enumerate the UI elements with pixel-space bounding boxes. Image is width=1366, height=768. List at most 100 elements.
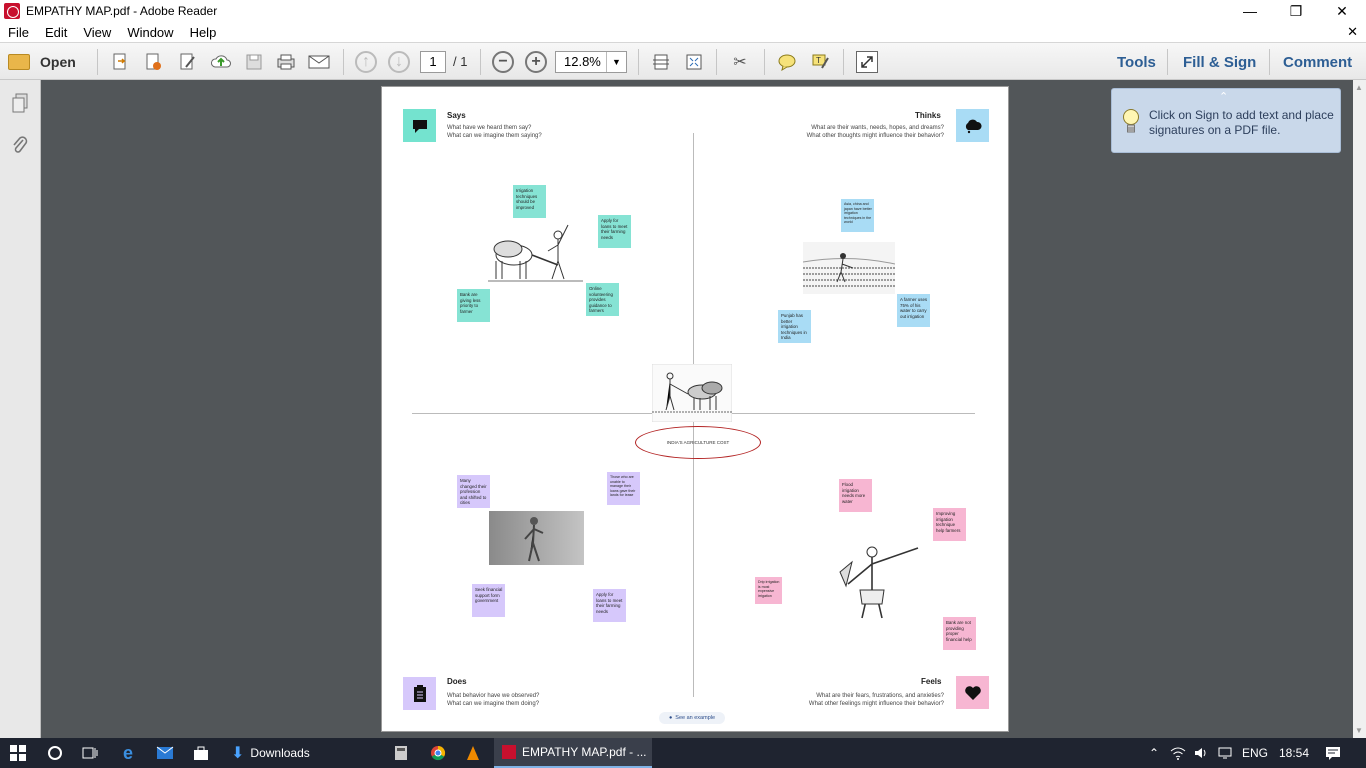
- toolbar-divider: [716, 49, 717, 75]
- vertical-scrollbar[interactable]: ▲ ▼: [1353, 80, 1366, 738]
- chevron-down-icon[interactable]: ▼: [606, 52, 626, 72]
- speech-bubble-icon: [412, 119, 427, 133]
- sticky-note[interactable]: Drip irrigation is most expensive irriga…: [755, 577, 782, 604]
- chevron-up-icon[interactable]: ⌃: [1144, 738, 1164, 768]
- sticky-note-icon[interactable]: [776, 51, 798, 73]
- sticky-note[interactable]: Improving irrigation technique help farm…: [933, 508, 966, 541]
- scroll-up-icon[interactable]: ▲: [1355, 83, 1363, 92]
- sticky-note[interactable]: Many changed their profession and shifte…: [457, 475, 490, 508]
- email-icon[interactable]: [308, 51, 330, 73]
- wifi-icon[interactable]: [1168, 738, 1188, 768]
- downloads-taskbar-item[interactable]: ⬇ Downloads: [225, 738, 375, 768]
- sticky-note[interactable]: Those who are unable to manage their loa…: [607, 472, 640, 505]
- sticky-note[interactable]: Seek financial support form government: [472, 584, 505, 617]
- clock[interactable]: 18:54: [1275, 738, 1313, 768]
- comment-tab[interactable]: Comment: [1283, 54, 1352, 71]
- menu-bar: File Edit View Window Help ✕: [0, 22, 1366, 42]
- page-total: / 1: [453, 54, 468, 69]
- vlc-icon[interactable]: [460, 738, 486, 768]
- zoom-in-icon[interactable]: +: [525, 51, 547, 73]
- sticky-note[interactable]: Flood irrigation needs more water: [839, 479, 872, 512]
- thinks-subtitle: What are their wants, needs, hopes, and …: [752, 124, 944, 140]
- store-icon[interactable]: [186, 738, 216, 768]
- sticky-note[interactable]: Online volunteering provides guidance to…: [586, 283, 619, 316]
- says-icon-box: [403, 109, 436, 142]
- open-button[interactable]: Open: [8, 50, 76, 74]
- zoom-level-select[interactable]: 12.8% ▼: [555, 51, 627, 73]
- search-circle-icon[interactable]: [40, 738, 70, 768]
- pdf-page: Says What have we heard them say? What c…: [381, 86, 1009, 732]
- menu-view[interactable]: View: [75, 25, 119, 40]
- page-thumbnails-icon[interactable]: [9, 92, 31, 114]
- edge-browser-icon[interactable]: e: [113, 738, 143, 768]
- chevron-up-icon[interactable]: ⌃: [1219, 90, 1228, 103]
- fit-page-icon[interactable]: [650, 51, 672, 73]
- download-arrow-icon: ⬇: [231, 745, 245, 762]
- does-title: Does: [447, 677, 467, 686]
- expand-icon[interactable]: [856, 51, 878, 73]
- sticky-note[interactable]: Punjab has better irrigation techniques …: [778, 310, 811, 343]
- does-question-1: What behavior have we observed?: [447, 693, 540, 699]
- thinks-question-1: What are their wants, needs, hopes, and …: [811, 125, 944, 131]
- language-indicator[interactable]: ENG: [1240, 738, 1270, 768]
- says-subtitle: What have we heard them say? What can we…: [447, 124, 542, 140]
- taskbar: e ⬇ Downloads EMPATHY MAP.pdf - ... ⌃ EN…: [0, 738, 1366, 768]
- next-page-icon[interactable]: ↓: [388, 51, 410, 73]
- sticky-note[interactable]: A farmer uses 75% of his water to carry …: [897, 294, 930, 327]
- restore-button[interactable]: ❐: [1273, 0, 1319, 22]
- attachments-icon[interactable]: [9, 134, 31, 156]
- upload-cloud-icon[interactable]: [210, 51, 232, 73]
- windows-start-icon[interactable]: [0, 738, 36, 768]
- close-document-button[interactable]: ✕: [1347, 24, 1358, 40]
- full-screen-icon[interactable]: [683, 51, 705, 73]
- sticky-note[interactable]: Apply for loans to meet their farming ne…: [593, 589, 626, 622]
- save-icon[interactable]: [243, 51, 265, 73]
- tools-tab[interactable]: Tools: [1117, 54, 1156, 71]
- menu-edit[interactable]: Edit: [37, 25, 75, 40]
- menu-file[interactable]: File: [0, 25, 37, 40]
- notifications-icon[interactable]: [1320, 738, 1346, 768]
- menu-window[interactable]: Window: [119, 25, 181, 40]
- clipboard-icon: [413, 684, 426, 702]
- feels-title: Feels: [921, 677, 942, 686]
- scissors-icon[interactable]: ✂: [729, 51, 751, 73]
- feels-subtitle: What are their fears, frustrations, and …: [752, 692, 944, 708]
- sticky-note[interactable]: Bank are giving less priority to farmer: [457, 289, 490, 322]
- task-view-icon[interactable]: [75, 738, 105, 768]
- edit-pdf-icon[interactable]: [177, 51, 199, 73]
- export-pdf-icon[interactable]: [143, 51, 165, 73]
- mail-icon[interactable]: [150, 738, 180, 768]
- chrome-icon[interactable]: [425, 738, 451, 768]
- adobe-reader-taskbar-item[interactable]: EMPATHY MAP.pdf - ...: [494, 738, 652, 768]
- zoom-out-icon[interactable]: −: [492, 51, 514, 73]
- print-icon[interactable]: [275, 51, 297, 73]
- feels-question-2: What other feelings might influence thei…: [808, 701, 944, 707]
- fill-sign-tab[interactable]: Fill & Sign: [1183, 54, 1256, 71]
- sticky-note[interactable]: Apply for loans to meet their farming ne…: [598, 215, 631, 248]
- farmer-plowing-sketch: [488, 224, 583, 282]
- window-title: EMPATHY MAP.pdf - Adobe Reader: [26, 4, 218, 18]
- sticky-note[interactable]: Irrigation techniques should be improved: [513, 185, 546, 218]
- menu-help[interactable]: Help: [182, 25, 225, 40]
- create-pdf-icon[interactable]: [110, 51, 132, 73]
- highlight-text-icon[interactable]: T: [809, 51, 831, 73]
- folder-icon: [8, 54, 30, 70]
- says-question-2: What can we imagine them saying?: [447, 133, 542, 139]
- scroll-down-icon[interactable]: ▼: [1355, 726, 1363, 735]
- see-example-link[interactable]: ● See an example: [659, 712, 725, 724]
- page-number-input[interactable]: 1: [420, 51, 446, 73]
- heart-icon: [964, 685, 981, 700]
- sticky-note[interactable]: Bank are not providing proper financial …: [943, 617, 976, 650]
- calculator-icon[interactable]: [388, 738, 414, 768]
- close-button[interactable]: ✕: [1319, 0, 1365, 22]
- does-question-2: What can we imagine them doing?: [447, 701, 540, 707]
- zoom-value: 12.8%: [564, 54, 601, 69]
- toolbar-divider: [843, 49, 844, 75]
- network-icon[interactable]: [1215, 738, 1235, 768]
- minimize-button[interactable]: —: [1227, 0, 1273, 22]
- says-question-1: What have we heard them say?: [447, 125, 532, 131]
- volume-icon[interactable]: [1191, 738, 1211, 768]
- sticky-note[interactable]: Asia, china and japan have better irriga…: [841, 199, 874, 232]
- says-title: Says: [447, 111, 466, 120]
- previous-page-icon[interactable]: ↑: [355, 51, 377, 73]
